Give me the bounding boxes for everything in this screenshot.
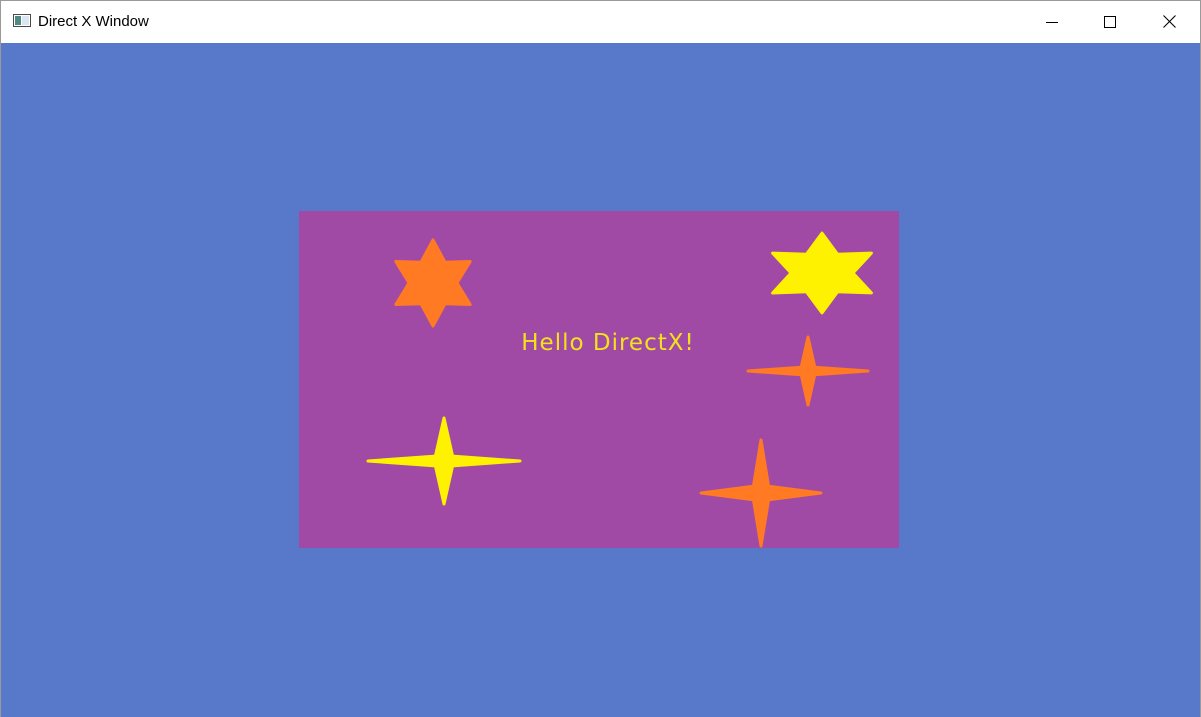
minimize-button[interactable] <box>1023 1 1081 42</box>
maximize-icon <box>1104 15 1116 28</box>
close-icon <box>1162 15 1176 28</box>
hello-text: Hello DirectX! <box>521 330 694 356</box>
window-title: Direct X Window <box>38 13 149 30</box>
app-window: Direct X Window Hello DirectX! <box>0 0 1201 717</box>
directx-canvas[interactable]: Hello DirectX! <box>1 43 1200 717</box>
close-button[interactable] <box>1140 1 1198 42</box>
app-window-icon <box>13 14 31 27</box>
title-bar[interactable]: Direct X Window <box>1 1 1200 42</box>
maximize-button[interactable] <box>1081 1 1139 42</box>
minimize-icon <box>1046 16 1058 28</box>
